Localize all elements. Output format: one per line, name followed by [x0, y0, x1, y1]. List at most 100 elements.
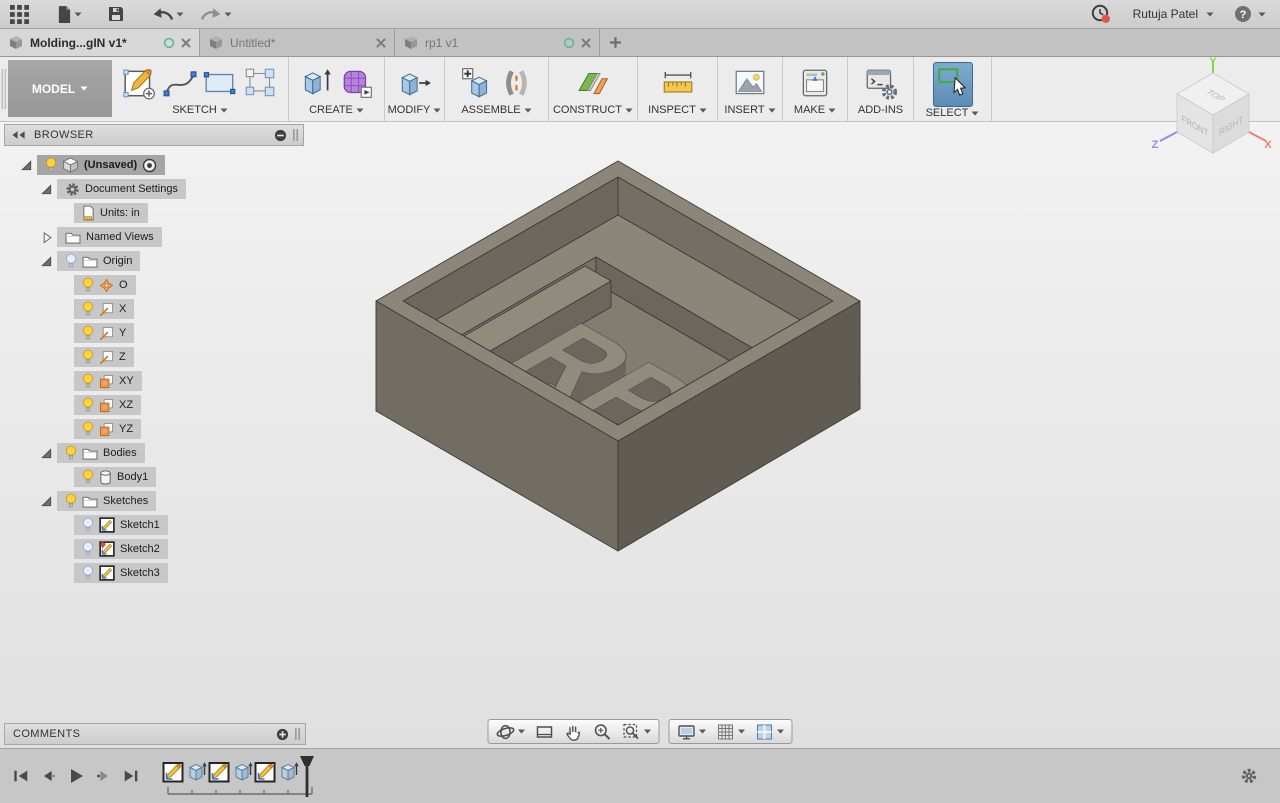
- visibility-bulb-icon[interactable]: [82, 469, 94, 485]
- close-tab-icon[interactable]: [376, 38, 386, 48]
- timeline-marker[interactable]: [298, 755, 316, 799]
- measure-icon[interactable]: [660, 65, 696, 101]
- tree-row-body1[interactable]: Body1: [4, 465, 304, 489]
- sketch-palette-icon[interactable]: [242, 65, 278, 101]
- workspace-selector[interactable]: MODEL: [8, 60, 112, 117]
- select-cursor-icon[interactable]: [935, 64, 971, 100]
- tree-item[interactable]: Sketch3: [74, 563, 168, 583]
- tree-item[interactable]: Document Settings: [57, 179, 186, 199]
- tree-row--unsaved-[interactable]: (Unsaved): [4, 153, 304, 177]
- visibility-bulb-icon[interactable]: [82, 277, 94, 293]
- user-name[interactable]: Rutuja Patel: [1133, 7, 1198, 21]
- undo-icon[interactable]: [152, 7, 174, 21]
- expander-expanded-icon[interactable]: [38, 183, 54, 196]
- grid-button[interactable]: [712, 720, 750, 743]
- step-back-icon[interactable]: [39, 767, 57, 785]
- tree-item[interactable]: Bodies: [57, 443, 145, 463]
- tree-row-sketch3[interactable]: Sketch3: [4, 561, 304, 585]
- timeline-feature-sketch-5[interactable]: [254, 759, 276, 783]
- toolbar-group-label-create[interactable]: CREATE: [309, 104, 364, 116]
- toolbar-group-label-insert[interactable]: INSERT: [724, 104, 775, 116]
- toolbar-group-label-add-ins[interactable]: ADD-INS: [858, 104, 903, 116]
- timeline-feature-extrude-4[interactable]: [231, 759, 253, 783]
- redo-caret-icon[interactable]: [224, 12, 232, 17]
- toolbar-group-label-inspect[interactable]: INSPECT: [648, 104, 707, 116]
- tree-row-sketch1[interactable]: Sketch1: [4, 513, 304, 537]
- extrude-icon[interactable]: [299, 65, 335, 101]
- insert-image-icon[interactable]: [732, 65, 768, 101]
- add-comment-icon[interactable]: [276, 728, 289, 741]
- tree-row-named-views[interactable]: Named Views: [4, 225, 304, 249]
- tree-row-sketch2[interactable]: Sketch2: [4, 537, 304, 561]
- notifications-icon[interactable]: [1091, 4, 1111, 24]
- visibility-bulb-icon[interactable]: [82, 397, 94, 413]
- play-icon[interactable]: [66, 766, 86, 786]
- tree-item[interactable]: Y: [74, 323, 134, 343]
- tree-item[interactable]: XY: [74, 371, 142, 391]
- form-icon[interactable]: [339, 65, 375, 101]
- tree-item[interactable]: Origin: [57, 251, 140, 271]
- visibility-bulb-icon[interactable]: [82, 325, 94, 341]
- tree-row-o[interactable]: O: [4, 273, 304, 297]
- apps-grid-icon[interactable]: [10, 5, 29, 24]
- tree-item[interactable]: Body1: [74, 467, 156, 487]
- add-ins-icon[interactable]: [863, 65, 899, 101]
- construct-plane-icon[interactable]: [575, 65, 611, 101]
- visibility-bulb-icon[interactable]: [82, 565, 94, 581]
- visibility-bulb-icon[interactable]: [82, 517, 94, 533]
- tree-item[interactable]: Units: in: [74, 203, 148, 223]
- visibility-bulb-icon[interactable]: [65, 493, 77, 509]
- view-cube[interactable]: TOP FRONT RIGHT Y Z X: [1148, 56, 1272, 160]
- document-tab-1[interactable]: Molding...gIN v1*: [0, 29, 200, 56]
- new-component-icon[interactable]: [459, 65, 495, 101]
- tree-item[interactable]: X: [74, 299, 134, 319]
- toolbar-grip[interactable]: [0, 57, 8, 121]
- rectangle-icon[interactable]: [202, 65, 238, 101]
- model-body[interactable]: RPRPRPRPRPRPRPRPRPRP: [330, 141, 910, 581]
- sync-status-icon[interactable]: [163, 37, 175, 49]
- viewports-button[interactable]: [751, 720, 789, 743]
- step-forward-icon[interactable]: [95, 767, 113, 785]
- document-tab-3[interactable]: rp1 v1: [395, 29, 600, 56]
- create-sketch-icon[interactable]: [122, 65, 158, 101]
- modeling-viewport[interactable]: RPRPRPRPRPRPRPRPRPRP BROWSER (Unsaved)Do: [0, 122, 1280, 748]
- expander-collapsed-icon[interactable]: [38, 231, 54, 244]
- expander-expanded-icon[interactable]: [18, 159, 34, 172]
- toolbar-group-label-assemble[interactable]: ASSEMBLE: [461, 104, 531, 116]
- tree-row-xy[interactable]: XY: [4, 369, 304, 393]
- tree-item[interactable]: O: [74, 275, 136, 295]
- timeline-feature-extrude-6[interactable]: [277, 759, 299, 783]
- make-print-icon[interactable]: [797, 65, 833, 101]
- visibility-bulb-icon[interactable]: [45, 157, 57, 173]
- visibility-bulb-icon[interactable]: [82, 301, 94, 317]
- expander-expanded-icon[interactable]: [38, 255, 54, 268]
- zoom-button[interactable]: [589, 720, 617, 743]
- toolbar-group-label-make[interactable]: MAKE: [794, 104, 836, 116]
- tree-item[interactable]: Sketch2: [74, 539, 168, 559]
- look-at-button[interactable]: [531, 720, 559, 743]
- undo-caret-icon[interactable]: [176, 12, 184, 17]
- tree-row-y[interactable]: Y: [4, 321, 304, 345]
- help-caret-icon[interactable]: [1258, 12, 1266, 17]
- new-tab-button[interactable]: [600, 29, 630, 56]
- close-tab-icon[interactable]: [581, 38, 591, 48]
- visibility-bulb-icon[interactable]: [82, 421, 94, 437]
- activate-component-icon[interactable]: [142, 158, 157, 173]
- press-pull-icon[interactable]: [397, 65, 433, 101]
- toolbar-group-label-modify[interactable]: MODIFY: [388, 104, 442, 116]
- tree-item[interactable]: Named Views: [57, 227, 162, 247]
- tree-row-xz[interactable]: XZ: [4, 393, 304, 417]
- expander-expanded-icon[interactable]: [38, 447, 54, 460]
- help-icon[interactable]: ?: [1234, 5, 1252, 23]
- toolbar-group-label-select[interactable]: SELECT: [926, 107, 980, 119]
- timeline-feature-sketch-3[interactable]: [208, 759, 230, 783]
- redo-icon[interactable]: [200, 7, 222, 21]
- fit-button[interactable]: [618, 720, 656, 743]
- joint-icon[interactable]: [499, 65, 535, 101]
- expander-expanded-icon[interactable]: [38, 495, 54, 508]
- document-tab-2[interactable]: Untitled*: [200, 29, 395, 56]
- comments-bar[interactable]: COMMENTS: [4, 723, 306, 745]
- skip-end-icon[interactable]: [122, 767, 140, 785]
- tree-row-yz[interactable]: YZ: [4, 417, 304, 441]
- visibility-bulb-icon[interactable]: [82, 349, 94, 365]
